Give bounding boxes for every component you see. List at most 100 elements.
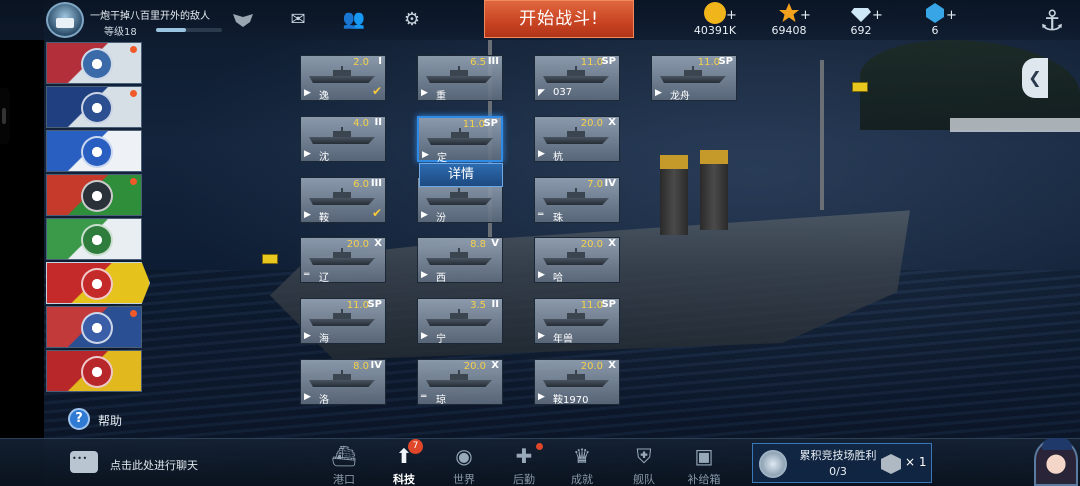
nav-achieve[interactable]: ♛ 成就	[556, 441, 608, 486]
ship-cost: 6.5	[470, 57, 486, 68]
ship-name: 鞍1970	[553, 395, 589, 406]
warship-icon	[543, 66, 609, 84]
nation-tab-germany[interactable]	[46, 174, 142, 216]
secretary-avatar[interactable]	[1034, 438, 1078, 486]
nation-emblem-icon	[81, 48, 113, 80]
ship-card[interactable]: 20.0 X ▶ 哈	[534, 237, 620, 284]
ship-name: 海	[319, 334, 329, 345]
start-battle-button[interactable]: 开始战斗!	[484, 0, 634, 38]
ship-tier: X	[608, 360, 616, 371]
warship-icon	[426, 248, 492, 266]
phone-camera-notch	[0, 88, 10, 144]
ship-card[interactable]: 11.0 SP ▶ 年兽	[534, 298, 620, 345]
ship-type-icon: ▶	[421, 331, 428, 341]
nation-tab-france[interactable]	[46, 130, 142, 172]
ship-card[interactable]: 6.0 III ▶ 鞍 ✔	[300, 177, 386, 224]
gem-currency[interactable]: + 6	[900, 2, 970, 38]
nation-tab-japan[interactable]	[46, 42, 142, 84]
nav-achieve-icon: ♛	[573, 444, 591, 468]
friends-icon[interactable]: 👥	[342, 9, 366, 31]
ship-tier: III	[487, 56, 499, 67]
arena-wins-quest[interactable]: 累积竞技场胜利 0/3 × 1	[752, 443, 932, 483]
notification-dot	[536, 443, 543, 450]
ship-cost: 20.0	[463, 361, 486, 372]
ship-card[interactable]: 8.0 IV ▶ 洛	[300, 359, 386, 406]
diamond-icon	[851, 8, 871, 22]
nation-tab-uk[interactable]	[46, 306, 142, 348]
ship-type-icon: ▶	[304, 88, 311, 98]
ship-card[interactable]: 4.0 II ▶ 沈	[300, 116, 386, 163]
ship-cost: 20.0	[580, 361, 603, 372]
help-button[interactable]: ? 帮助	[68, 408, 148, 432]
owned-check-icon: ✔	[371, 206, 382, 220]
ship-card[interactable]: 7.0 IV ═ 珠	[534, 177, 620, 224]
nav-crew[interactable]: ✚ 后勤	[498, 441, 550, 486]
ship-card[interactable]: 11.0 SP ▶ 定	[417, 116, 503, 164]
player-name: 一炮干掉八百里开外的敌人	[90, 11, 210, 22]
ship-card[interactable]: 11.0 SP ◤ 037	[534, 55, 620, 101]
ship-name: 037	[553, 87, 573, 98]
nation-emblem-icon	[81, 356, 113, 388]
notification-dot	[130, 310, 137, 317]
ship-name: 定	[437, 153, 447, 164]
ship-type-icon: ═	[304, 270, 310, 280]
nav-world[interactable]: ◉ 世界	[438, 441, 490, 486]
rank-wings-icon	[233, 14, 253, 27]
ship-cost: 11.0	[580, 57, 603, 68]
gold-currency[interactable]: + 40391K	[680, 2, 750, 38]
add-gem-icon[interactable]: +	[946, 8, 957, 23]
nation-tab-china[interactable]	[46, 262, 150, 304]
nation-tab-soviet[interactable]	[46, 350, 142, 392]
ship-tier: SP	[601, 56, 616, 67]
ship-type-icon: ▶	[538, 392, 545, 402]
nation-emblem-icon	[81, 268, 113, 300]
ship-name: 汾	[436, 213, 446, 224]
ship-tier: X	[374, 238, 382, 249]
nav-fleet[interactable]: ⛨ 舰队	[618, 441, 670, 486]
owned-check-icon: ✔	[371, 84, 382, 98]
add-star-icon[interactable]: +	[800, 8, 811, 23]
ship-tier: SP	[718, 56, 733, 67]
nation-tab-usa[interactable]	[46, 86, 142, 128]
warship-icon	[309, 66, 375, 84]
nav-label: 港口	[333, 473, 355, 486]
nav-tech[interactable]: ⬆ 科技 7	[378, 439, 430, 486]
pier	[950, 118, 1080, 132]
player-avatar[interactable]	[46, 2, 84, 38]
ship-cost: 11.0	[346, 300, 369, 311]
warship-icon	[309, 127, 375, 145]
nav-port[interactable]: ⛴ 港口	[318, 441, 370, 486]
chat-button[interactable]: 点击此处进行聊天	[70, 451, 270, 477]
ship-card[interactable]: 20.0 X ═ 辽	[300, 237, 386, 284]
star-currency[interactable]: + 69408	[754, 2, 824, 38]
nation-tab-italy[interactable]	[46, 218, 142, 260]
anchor-menu-icon[interactable]: ⚓	[1030, 2, 1074, 40]
mail-icon[interactable]: ✉	[286, 9, 310, 31]
ship-card[interactable]: 2.0 I ▶ 逸 ✔	[300, 55, 386, 102]
ship-card[interactable]: 20.0 X ═ 琼	[417, 359, 503, 406]
ship-card[interactable]: 8.8 V ▶ 西	[417, 237, 503, 284]
ship-name: 鞍	[319, 213, 329, 224]
add-gold-icon[interactable]: +	[726, 8, 737, 23]
settings-gear-icon[interactable]: ⚙	[400, 9, 424, 31]
ship-type-icon: ▶	[421, 210, 428, 220]
ship-card[interactable]: 20.0 X ▶ 杭	[534, 116, 620, 163]
nav-supply[interactable]: ▣ 补给箱	[678, 441, 730, 486]
diamond-currency[interactable]: + 692	[826, 2, 896, 38]
ship-type-icon: ▶	[304, 392, 311, 402]
ship-type-icon: ▶	[304, 210, 311, 220]
top-bar: 一炮干掉八百里开外的敌人 等级18 ✉ 👥 ⚙ 开始战斗! + 40391K +…	[0, 0, 1080, 40]
ship-type-icon: ═	[538, 210, 544, 220]
ship-card[interactable]: 20.0 X ▶ 鞍1970	[534, 359, 620, 406]
warship-icon	[427, 128, 493, 146]
collapse-panel-chevron-icon[interactable]: ❮	[1022, 58, 1048, 98]
ship-type-icon: ▶	[304, 149, 311, 159]
warship-icon	[309, 370, 375, 388]
ship-card[interactable]: 11.0 SP ▶ 海	[300, 298, 386, 345]
ship-card[interactable]: 6.5 III ▶ 重	[417, 55, 503, 102]
nav-label: 补给箱	[687, 473, 721, 486]
add-diamond-icon[interactable]: +	[872, 8, 883, 23]
details-button[interactable]: 详情	[419, 163, 503, 187]
ship-card[interactable]: 11.0 SP ▶ 龙舟	[651, 55, 737, 102]
ship-card[interactable]: 3.5 II ▶ 宁	[417, 298, 503, 345]
